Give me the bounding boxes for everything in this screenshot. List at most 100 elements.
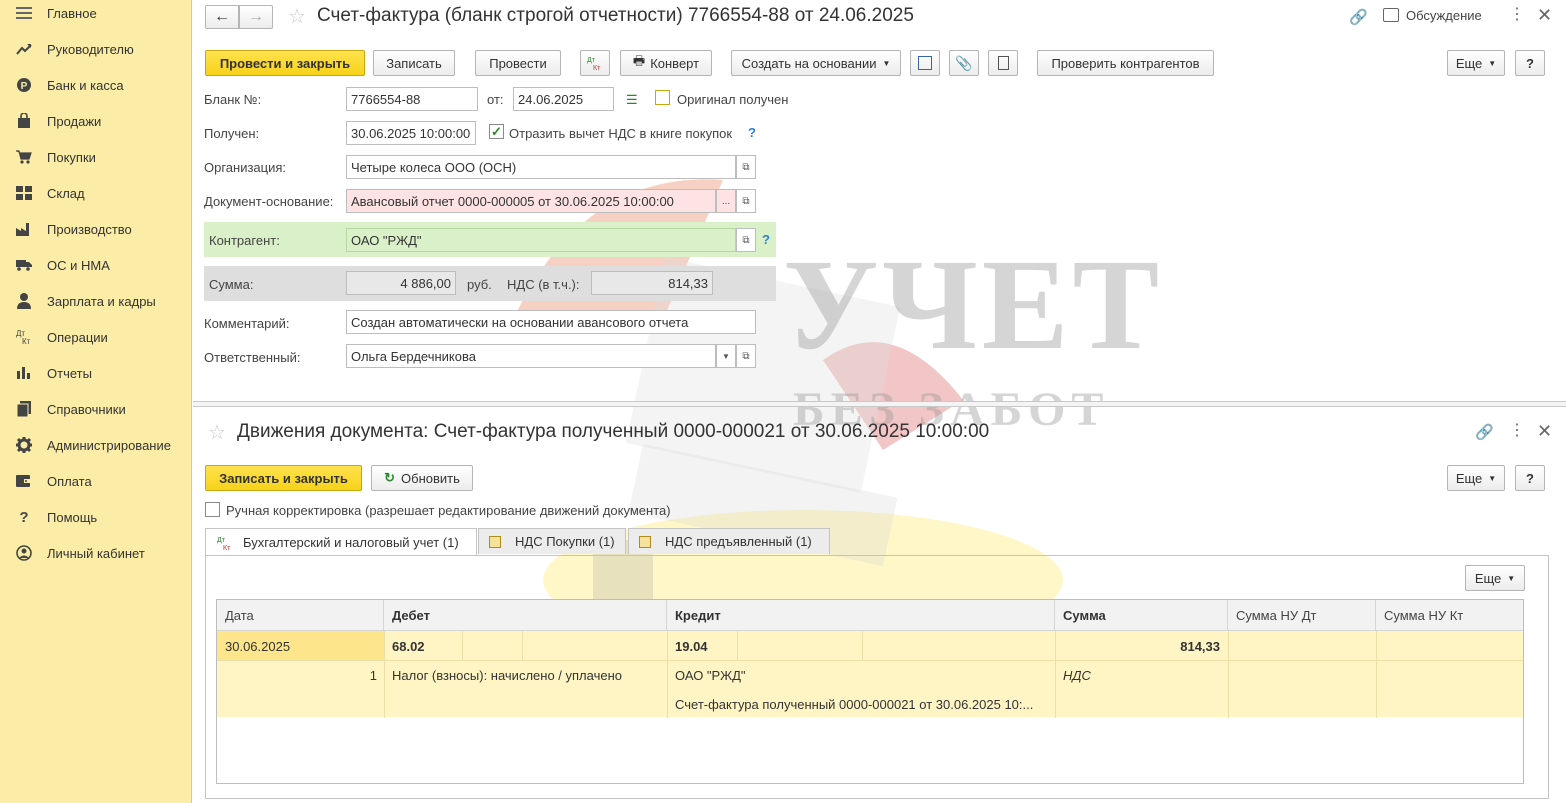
vat-help-icon[interactable]: ?	[748, 125, 756, 140]
report-button[interactable]	[988, 50, 1018, 76]
discussion-icon[interactable]	[1383, 8, 1399, 22]
paperclip-icon: 📎	[955, 54, 973, 71]
received-date-field[interactable]: 30.06.2025 10:00:00	[346, 121, 476, 145]
basis-select-button[interactable]: ...	[716, 189, 736, 213]
sidebar-item-reports[interactable]: Отчеты	[0, 355, 192, 391]
movements-close-icon[interactable]: ✕	[1537, 421, 1552, 442]
svg-text:Р: Р	[21, 81, 28, 92]
watermark-line1: УЧЕТ	[783, 233, 1164, 377]
list-icon[interactable]: ☰	[626, 92, 638, 108]
forward-button[interactable]: →	[239, 5, 273, 29]
sidebar-item-admin[interactable]: Администрирование	[0, 427, 192, 463]
save-and-close-button[interactable]: Записать и закрыть	[205, 465, 362, 491]
tab-vat-purchases[interactable]: НДС Покупки (1)	[478, 528, 626, 554]
register-icon	[489, 535, 501, 548]
cell-debit-account: 68.02	[392, 639, 425, 654]
dropdown-arrow-icon: ▼	[1507, 573, 1516, 583]
check-contractors-button[interactable]: Проверить контрагентов	[1037, 50, 1214, 76]
truck-icon	[16, 257, 32, 273]
refresh-button[interactable]: ↻ Обновить	[371, 465, 473, 491]
sidebar-item-director[interactable]: Руководителю	[0, 31, 192, 67]
original-received-checkbox[interactable]	[655, 90, 670, 105]
sidebar-item-sales[interactable]: Продажи	[0, 103, 192, 139]
create-based-button[interactable]: Создать на основании ▼	[731, 50, 901, 76]
sidebar-item-bank[interactable]: Р Банк и касса	[0, 67, 192, 103]
responsible-dropdown-button[interactable]: ▼	[716, 344, 736, 368]
dt-kt-button[interactable]: Дт Кт	[580, 50, 610, 76]
back-button[interactable]: ←	[205, 5, 239, 29]
dt-kt-icon: ДтКт	[217, 537, 231, 551]
tab-vat-presented[interactable]: НДС предъявленный (1)	[628, 528, 830, 554]
sidebar-item-main[interactable]: Главное	[0, 0, 192, 31]
discussion-label[interactable]: Обсуждение	[1406, 8, 1482, 23]
vat-deduction-label: Отразить вычет НДС в книге покупок	[509, 126, 733, 141]
movements-more-button[interactable]: Еще ▼	[1447, 465, 1505, 491]
column-header-credit[interactable]: Кредит	[667, 600, 1055, 630]
sidebar-item-warehouse[interactable]: Склад	[0, 175, 192, 211]
envelope-button[interactable]: 🖶 Конверт	[620, 50, 712, 76]
sidebar-item-payment[interactable]: Оплата	[0, 463, 192, 499]
movements-help-button[interactable]: ?	[1515, 465, 1545, 491]
cell-date: 30.06.2025	[225, 639, 291, 654]
sum-field: 4 886,00	[346, 271, 456, 295]
movements-star-icon[interactable]: ☆	[208, 420, 226, 445]
blank-number-field[interactable]: 7766554-88	[346, 87, 478, 111]
column-header-sum[interactable]: Сумма	[1055, 600, 1228, 630]
basis-open-button[interactable]: ⧉	[736, 189, 756, 213]
post-and-close-button[interactable]: Провести и закрыть	[205, 50, 365, 76]
blank-label: Бланк №:	[204, 92, 262, 107]
link-icon[interactable]: 🔗	[1349, 8, 1368, 26]
organization-open-button[interactable]: ⧉	[736, 155, 756, 179]
sidebar-item-directories[interactable]: Справочники	[0, 391, 192, 427]
grid-more-button[interactable]: Еще ▼	[1465, 565, 1525, 591]
sum-label: Сумма:	[209, 277, 254, 292]
contractor-help-icon[interactable]: ?	[762, 232, 770, 247]
responsible-open-button[interactable]: ⧉	[736, 344, 756, 368]
date-field[interactable]: 24.06.2025	[513, 87, 614, 111]
column-header-sum-nu-dt[interactable]: Сумма НУ Дт	[1228, 600, 1376, 630]
basis-field[interactable]: Авансовый отчет 0000-000005 от 30.06.202…	[346, 189, 716, 213]
sidebar-item-help[interactable]: ? Помощь	[0, 499, 192, 535]
organization-field[interactable]: Четыре колеса ООО (ОСН)	[346, 155, 736, 179]
col-divider	[1228, 631, 1229, 718]
sidebar-item-purchases[interactable]: Покупки	[0, 139, 192, 175]
comment-field[interactable]: Создан автоматически на основании авансо…	[346, 310, 756, 334]
col-divider	[1376, 631, 1377, 718]
contractor-open-button[interactable]: ⧉	[736, 228, 756, 252]
table-row[interactable]: 30.06.2025 1 68.02 Налог (взносы): начис…	[217, 630, 1523, 718]
column-header-sum-nu-kt[interactable]: Сумма НУ Кт	[1376, 600, 1523, 630]
sidebar-item-production[interactable]: Производство	[0, 211, 192, 247]
sidebar-item-assets[interactable]: ОС и НМА	[0, 247, 192, 283]
column-header-date[interactable]: Дата	[217, 600, 384, 630]
sidebar-item-salary[interactable]: Зарплата и кадры	[0, 283, 192, 319]
help-button[interactable]: ?	[1515, 50, 1545, 76]
sidebar-item-cabinet[interactable]: Личный кабинет	[0, 535, 192, 571]
open-icon: ⧉	[742, 234, 750, 246]
structure-button[interactable]	[910, 50, 940, 76]
more-dots-icon[interactable]: ⋮	[1509, 7, 1525, 23]
panel-splitter[interactable]	[193, 401, 1566, 407]
cell-sum-type: НДС	[1063, 668, 1091, 683]
tab-accounting[interactable]: Дт Кт Бухгалтерский и налоговый учет (1)	[205, 528, 477, 556]
movements-more-dots-icon[interactable]: ⋮	[1509, 423, 1525, 439]
open-icon: ⧉	[742, 195, 750, 207]
post-button[interactable]: Провести	[475, 50, 561, 76]
trend-icon	[16, 41, 32, 57]
cell-credit-account: 19.04	[675, 639, 708, 654]
movements-link-icon[interactable]: 🔗	[1475, 423, 1494, 441]
manual-correction-checkbox[interactable]	[205, 502, 220, 517]
printer-icon: 🖶	[632, 53, 646, 68]
more-button[interactable]: Еще ▼	[1447, 50, 1505, 76]
close-icon[interactable]: ✕	[1537, 5, 1552, 26]
cell-credit-subconto-1: ОАО "РЖД"	[675, 668, 746, 683]
attach-button[interactable]: 📎	[949, 50, 979, 76]
column-header-debit[interactable]: Дебет	[384, 600, 667, 630]
sidebar-item-operations[interactable]: Дт Кт Операции	[0, 319, 192, 355]
vat-deduction-checkbox[interactable]: ✓	[489, 124, 504, 139]
favorite-star-icon[interactable]: ☆	[288, 4, 306, 29]
save-button[interactable]: Записать	[373, 50, 455, 76]
cart-icon	[16, 149, 32, 165]
comment-label: Комментарий:	[204, 316, 290, 331]
responsible-field[interactable]: Ольга Бердечникова	[346, 344, 716, 368]
contractor-field[interactable]: ОАО "РЖД"	[346, 228, 736, 252]
